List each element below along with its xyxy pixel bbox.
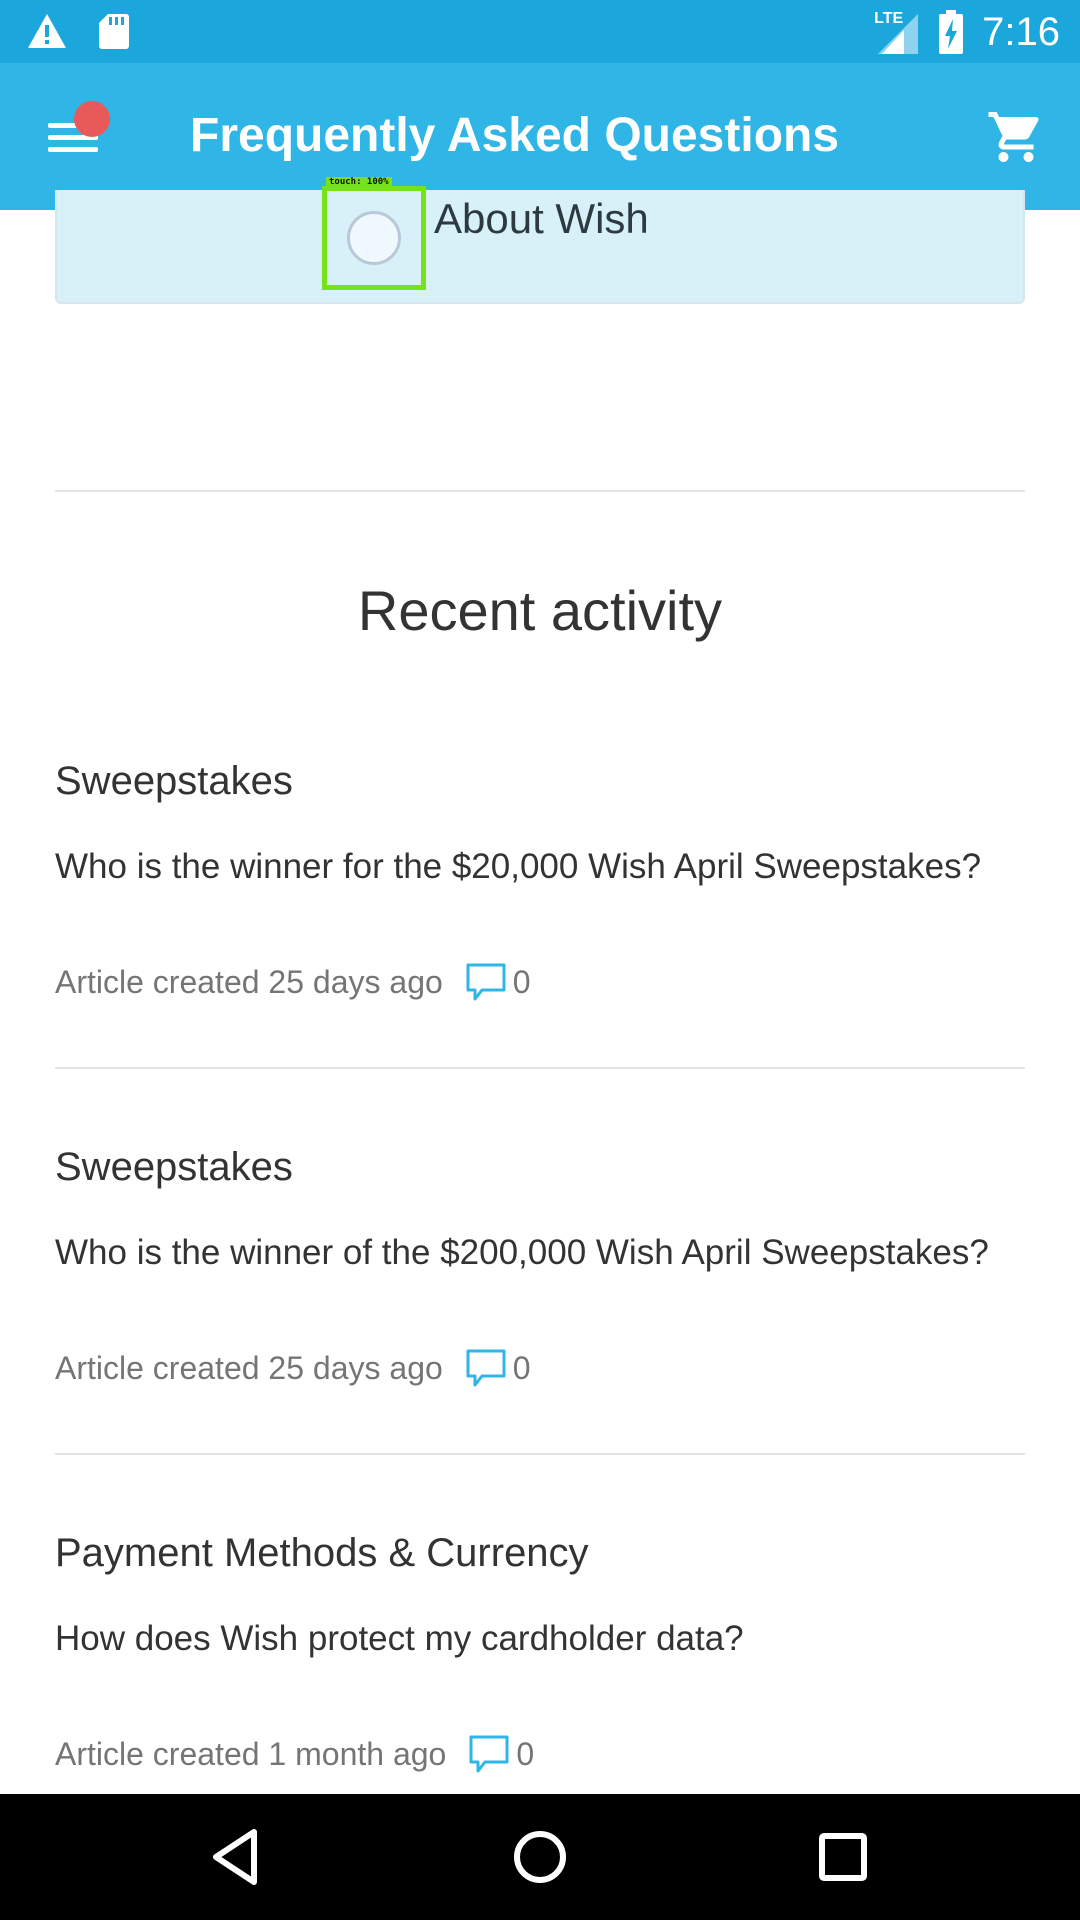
app-bar: Frequently Asked Questions — [0, 63, 1080, 210]
status-bar: LTE 7:16 — [0, 0, 1080, 63]
section-divider — [55, 490, 1025, 492]
item-divider — [55, 1453, 1025, 1455]
activity-question-link[interactable]: Who is the winner of the $200,000 Wish A… — [55, 1231, 989, 1275]
navigation-bar — [0, 1794, 1080, 1920]
notification-dot — [74, 101, 110, 137]
activity-category[interactable]: Payment Methods & Currency — [55, 1529, 1025, 1577]
activity-created-text: Article created 25 days ago — [55, 964, 443, 1000]
activity-item: Sweepstakes Who is the winner for the $2… — [55, 757, 1025, 1001]
activity-created-text: Article created 25 days ago — [55, 1350, 443, 1386]
status-time: 7:16 — [982, 10, 1060, 54]
comment-icon — [466, 963, 506, 1001]
category-label: About Wish — [434, 195, 649, 242]
item-divider — [55, 1067, 1025, 1069]
cart-icon — [988, 112, 1039, 162]
activity-meta: Article created 1 month ago 0 — [55, 1733, 534, 1775]
page-title: Frequently Asked Questions — [190, 109, 840, 162]
touch-indicator — [322, 186, 426, 290]
home-icon[interactable] — [507, 1824, 573, 1890]
activity-item: Sweepstakes Who is the winner of the $20… — [55, 1143, 1025, 1387]
activity-meta: Article created 25 days ago 0 — [55, 1347, 531, 1389]
touch-point — [347, 211, 401, 265]
signal-icon: LTE — [874, 10, 920, 54]
warning-icon — [28, 14, 66, 48]
activity-meta: Article created 25 days ago 0 — [55, 961, 531, 1003]
comment-icon — [469, 1735, 509, 1773]
cart-button[interactable] — [986, 107, 1046, 167]
activity-question-link[interactable]: Who is the winner for the $20,000 Wish A… — [55, 845, 981, 889]
activity-category[interactable]: Sweepstakes — [55, 757, 1025, 805]
sd-card-icon — [99, 14, 129, 49]
activity-category[interactable]: Sweepstakes — [55, 1143, 1025, 1191]
comment-count: 0 — [512, 1350, 531, 1386]
comment-count: 0 — [512, 964, 531, 1000]
activity-created-text: Article created 1 month ago — [55, 1736, 447, 1772]
back-icon[interactable] — [204, 1824, 270, 1890]
comment-icon — [466, 1349, 506, 1387]
comment-count: 0 — [516, 1736, 535, 1772]
battery-charging-icon — [939, 10, 964, 54]
recents-icon[interactable] — [810, 1824, 876, 1890]
activity-item: Payment Methods & Currency How does Wish… — [55, 1529, 1025, 1773]
recent-activity-title: Recent activity — [357, 579, 723, 642]
activity-question-link[interactable]: How does Wish protect my cardholder data… — [55, 1617, 744, 1661]
